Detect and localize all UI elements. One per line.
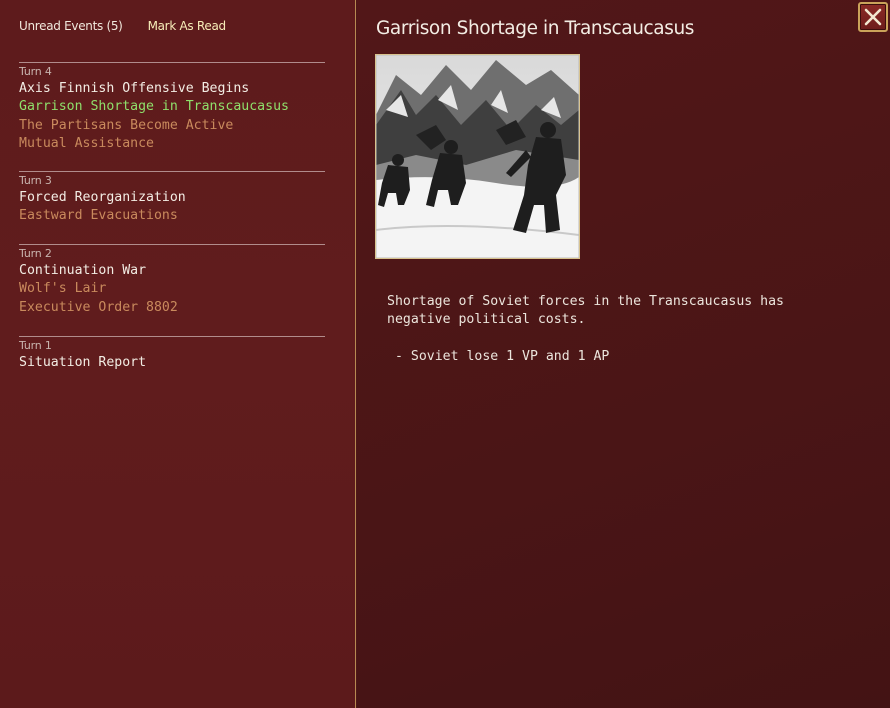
event-description-text: Shortage of Soviet forces in the Transca… xyxy=(387,294,784,328)
turn-divider xyxy=(19,244,325,245)
event-effect-text: - Soviet lose 1 VP and 1 AP xyxy=(395,348,610,364)
event-item[interactable]: Wolf's Lair xyxy=(19,280,325,298)
turn-divider xyxy=(19,336,325,337)
event-photo xyxy=(375,54,580,259)
turn-label: Turn 3 xyxy=(19,174,52,187)
turn-label: Turn 2 xyxy=(19,247,52,260)
turn-label: Turn 1 xyxy=(19,339,52,352)
turn-group-1: Turn 1 Situation Report xyxy=(19,336,325,372)
turn-group-4: Turn 4 Axis Finnish Offensive Begins Gar… xyxy=(19,62,325,153)
event-item-selected[interactable]: Garrison Shortage in Transcaucasus xyxy=(19,98,325,116)
turn-group-2: Turn 2 Continuation War Wolf's Lair Exec… xyxy=(19,244,325,317)
event-item[interactable]: Executive Order 8802 xyxy=(19,299,325,317)
event-item[interactable]: Forced Reorganization xyxy=(19,189,325,207)
event-photo-image xyxy=(376,55,579,258)
event-list-toolbar: Unread Events (5) Mark As Read xyxy=(19,17,226,35)
close-icon xyxy=(864,8,882,26)
unread-events-link[interactable]: Unread Events (5) xyxy=(19,19,123,33)
close-button[interactable] xyxy=(858,2,888,32)
event-item[interactable]: Eastward Evacuations xyxy=(19,207,325,225)
event-item[interactable]: Axis Finnish Offensive Begins xyxy=(19,80,325,98)
event-item[interactable]: Mutual Assistance xyxy=(19,135,325,153)
turn-group-3: Turn 3 Forced Reorganization Eastward Ev… xyxy=(19,171,325,226)
event-list-panel: Unread Events (5) Mark As Read Turn 4 Ax… xyxy=(0,0,356,708)
event-description: Shortage of Soviet forces in the Transca… xyxy=(387,293,857,366)
event-log-window: Unread Events (5) Mark As Read Turn 4 Ax… xyxy=(0,0,890,708)
event-item[interactable]: Situation Report xyxy=(19,354,325,372)
event-item[interactable]: Continuation War xyxy=(19,262,325,280)
turn-label: Turn 4 xyxy=(19,65,52,78)
turn-divider xyxy=(19,171,325,172)
event-item[interactable]: The Partisans Become Active xyxy=(19,117,325,135)
turn-divider xyxy=(19,62,325,63)
mark-as-read-button[interactable]: Mark As Read xyxy=(148,19,227,33)
event-detail-title: Garrison Shortage in Transcaucasus xyxy=(376,18,695,39)
